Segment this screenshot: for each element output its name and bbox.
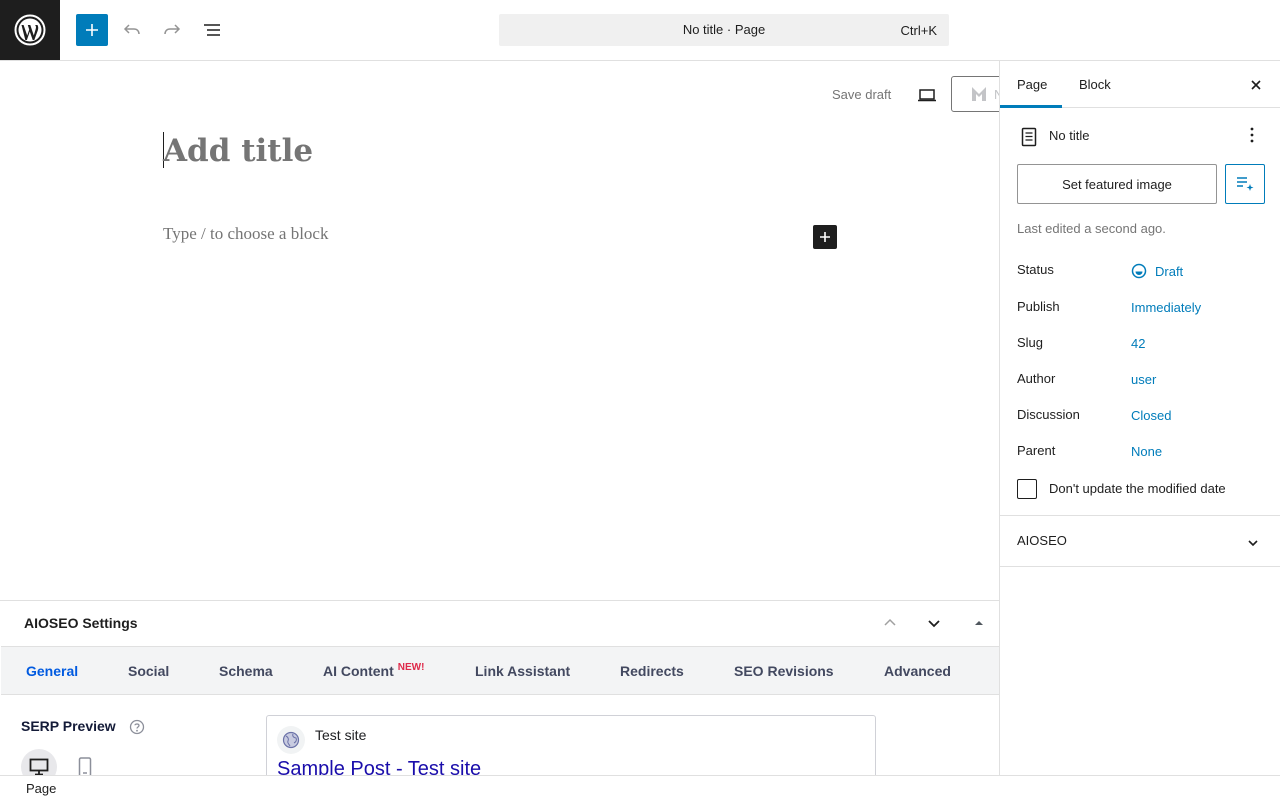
move-down-button[interactable] [922,611,946,635]
set-featured-image-button[interactable]: Set featured image [1017,164,1217,204]
status-value[interactable]: Draft [1131,263,1183,279]
tab-ai-content-label: AI Content [323,663,394,679]
sidebar-tabs: Page Block [1000,61,1280,108]
mobile-icon [78,757,92,775]
desktop-icon [29,758,49,775]
chevron-down-icon [1248,540,1258,547]
serp-site-name: Test site [315,727,367,743]
undo-button[interactable] [116,14,148,46]
parent-label: Parent [1017,443,1056,458]
post-title-input[interactable]: Add title [163,133,313,169]
modified-date-label: Don't update the modified date [1049,481,1226,496]
author-value[interactable]: user [1131,372,1156,387]
document-overview-button[interactable] [196,14,228,46]
slug-label: Slug [1017,335,1044,350]
tab-page[interactable]: Page [1017,77,1047,92]
move-up-button[interactable] [878,611,902,635]
tab-redirects[interactable]: Redirects [620,663,684,679]
aioseo-panel-toggle[interactable]: AIOSEO [1017,533,1067,548]
tab-social[interactable]: Social [128,663,169,679]
parent-value[interactable]: None [1131,444,1162,459]
post-actions-button[interactable] [1240,123,1264,147]
status-value-text: Draft [1155,263,1184,279]
breadcrumb-page[interactable]: Page [26,781,56,796]
globe-icon [282,731,300,749]
draft-status-icon [1131,263,1147,279]
tab-link-assistant[interactable]: Link Assistant [475,663,570,679]
aioseo-score-button[interactable]: N [951,76,999,112]
aioseo-panel-chevron[interactable] [1241,531,1265,555]
last-edited-text: Last edited a second ago. [1017,221,1166,236]
tab-general[interactable]: General [26,663,78,679]
ai-image-button[interactable] [1225,164,1265,204]
slug-value[interactable]: 42 [1131,336,1145,351]
site-favicon [277,726,305,754]
more-vertical-icon [1250,127,1254,143]
mobile-preview-toggle[interactable] [70,749,100,775]
close-settings-button[interactable] [1244,73,1268,97]
page-icon [1021,127,1037,147]
inline-block-inserter[interactable] [813,225,837,249]
tab-ai-content[interactable]: AI Content NEW! [323,662,425,679]
author-label: Author [1017,371,1056,386]
close-icon [1251,80,1261,90]
desktop-preview-toggle[interactable] [21,749,57,775]
discussion-value[interactable]: Closed [1131,408,1171,423]
editor-canvas: Save draft N Add title Type / to choose … [0,61,999,600]
post-card-title: No title [1049,128,1090,143]
redo-icon [164,24,181,35]
redo-button[interactable] [156,14,188,46]
modified-date-checkbox[interactable] [1017,479,1037,499]
discussion-label: Discussion [1017,407,1080,422]
aioseo-settings-metabox: AIOSEO Settings General Social Schema AI… [0,600,999,775]
wordpress-logo-icon [14,14,46,46]
block-breadcrumb-bar: Page [0,775,1280,800]
document-title: No title · Page [682,22,766,37]
tab-seo-revisions[interactable]: SEO Revisions [734,663,834,679]
publish-label: Publish [1017,299,1060,314]
block-inserter-toggle[interactable] [76,14,108,46]
tab-schema[interactable]: Schema [219,663,273,679]
publish-row: Publish Immediately [1017,299,1267,319]
settings-sidebar: Page Block No title Set featured image L… [999,61,1280,775]
serp-title-link[interactable]: Sample Post - Test site [277,758,481,775]
tab-advanced[interactable]: Advanced [884,663,951,679]
undo-icon [123,24,140,35]
preview-button[interactable] [912,81,942,109]
page-icon-wrap [1017,125,1041,149]
help-icon[interactable] [129,719,145,735]
toggle-panel-button[interactable] [967,611,991,635]
save-draft-button[interactable]: Save draft [832,87,891,102]
aioseo-logo-icon [972,87,986,101]
panel-divider [1000,566,1280,567]
metabox-title: AIOSEO Settings [24,615,138,631]
new-badge: NEW! [397,662,425,673]
wordpress-logo-button[interactable] [0,0,60,60]
author-row: Author user [1017,371,1267,391]
aioseo-tabs: General Social Schema AI Content NEW! Lin… [1,646,999,695]
chevron-up-icon [884,618,896,626]
status-label: Status [1017,262,1054,277]
publish-value[interactable]: Immediately [1131,300,1201,315]
status-row: Status Draft [1017,262,1267,282]
plus-icon [820,232,830,242]
active-tab-indicator [1000,105,1062,108]
parent-row: Parent None [1017,443,1267,463]
slug-row: Slug 42 [1017,335,1267,355]
discussion-row: Discussion Closed [1017,407,1267,427]
serp-preview-label: SERP Preview [21,718,116,734]
serp-preview-card: Test site Sample Post - Test site [266,715,876,775]
laptop-icon [918,89,936,102]
editor-header: No title · Page Ctrl+K [0,0,1280,61]
chevron-down-icon [928,620,940,628]
plus-icon [86,24,98,36]
document-overview-icon [204,24,220,36]
shortcut-hint: Ctrl+K [900,23,937,38]
triangle-up-icon [975,621,983,625]
panel-divider [1000,515,1280,516]
default-block-appender[interactable]: Type / to choose a block [163,224,328,244]
tab-block[interactable]: Block [1079,77,1111,92]
ai-list-icon [1237,177,1254,191]
command-palette-bar[interactable]: No title · Page Ctrl+K [499,14,949,46]
